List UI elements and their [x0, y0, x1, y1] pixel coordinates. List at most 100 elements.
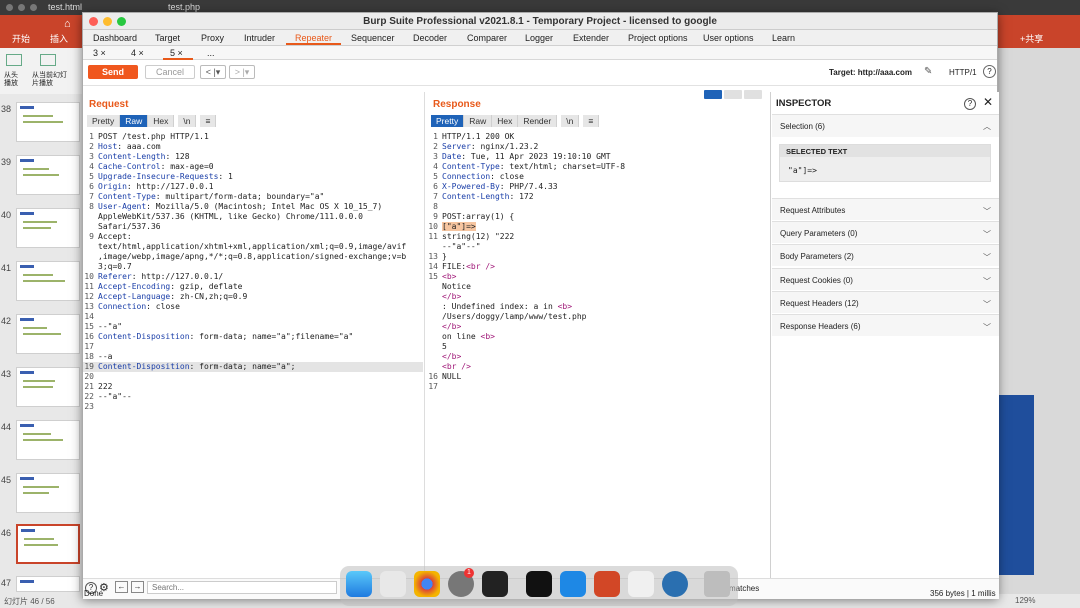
menu-insert[interactable]: 插入 — [50, 32, 68, 45]
code-line[interactable]: Safari/537.36 — [83, 222, 423, 232]
help-icon[interactable]: ? — [983, 65, 996, 78]
tab-extender[interactable]: Extender — [573, 33, 609, 43]
layout-split-icon[interactable] — [704, 90, 722, 99]
section-request-headers[interactable]: Request Headers (12) ﹀ — [772, 291, 999, 313]
code-line[interactable]: 20 — [83, 372, 423, 382]
code-line[interactable]: 5 Connection: close — [427, 172, 770, 182]
share-button[interactable]: +共享 — [1020, 32, 1043, 45]
request-view-hex[interactable]: Hex — [148, 115, 175, 127]
code-line[interactable]: 3 Date: Tue, 11 Apr 2023 19:10:10 GMT — [427, 152, 770, 162]
code-line[interactable]: 4 Content-Type: text/html; charset=UTF-8 — [427, 162, 770, 172]
tab-proxy[interactable]: Proxy — [201, 33, 224, 43]
code-line[interactable]: 16 Content-Disposition: form-data; name="… — [83, 332, 423, 342]
java-icon[interactable] — [628, 571, 654, 597]
slide-thumbnail[interactable] — [16, 102, 80, 142]
activity-monitor-icon[interactable] — [482, 571, 508, 597]
terminal-icon[interactable] — [526, 571, 552, 597]
code-line[interactable]: 14 FILE:<br /> — [427, 262, 770, 272]
request-newline-toggle[interactable]: \n — [178, 115, 197, 127]
repeater-tab-3[interactable]: 3 × — [93, 48, 106, 58]
section-request-cookies[interactable]: Request Cookies (0) ﹀ — [772, 268, 999, 290]
slide-thumbnail[interactable] — [16, 576, 80, 592]
code-line[interactable]: </b> — [427, 352, 770, 362]
code-line[interactable]: 10 ["a"]=> — [427, 222, 770, 232]
code-line[interactable]: 10 Referer: http://127.0.0.1/ — [83, 272, 423, 282]
code-line[interactable]: 2 Host: aaa.com — [83, 142, 423, 152]
tab-project-options[interactable]: Project options — [628, 33, 688, 43]
code-line[interactable]: 8 User-Agent: Mozilla/5.0 (Macintosh; Int… — [83, 202, 423, 212]
selected-text-value[interactable]: "a"]=> — [788, 166, 817, 175]
search-next-icon[interactable]: → — [131, 581, 144, 593]
pane-divider[interactable] — [424, 92, 425, 578]
code-line[interactable]: <br /> — [427, 362, 770, 372]
search-prev-icon[interactable]: ← — [115, 581, 128, 593]
code-line[interactable]: </b> — [427, 292, 770, 302]
code-line[interactable]: 11 string(12) "222 — [427, 232, 770, 242]
code-line[interactable]: 8 — [427, 202, 770, 212]
play-from-start-icon[interactable] — [6, 54, 22, 66]
response-menu-icon[interactable]: ≡ — [583, 115, 600, 127]
trash-icon[interactable] — [704, 571, 730, 597]
code-line[interactable]: 2 Server: nginx/1.23.2 — [427, 142, 770, 152]
response-view-pretty[interactable]: Pretty — [431, 115, 465, 127]
repeater-tab-4[interactable]: 4 × — [131, 48, 144, 58]
slide-thumbnail-selected[interactable] — [16, 524, 80, 564]
tab-dashboard[interactable]: Dashboard — [93, 33, 137, 43]
back-button[interactable]: < |▾ — [200, 65, 226, 79]
slide-thumbnail[interactable] — [16, 420, 80, 460]
code-line[interactable]: --"a"--" — [427, 242, 770, 252]
code-line[interactable]: </b> — [427, 322, 770, 332]
vscode-icon[interactable] — [560, 571, 586, 597]
code-line[interactable]: 5 — [427, 342, 770, 352]
tab-decoder[interactable]: Decoder — [413, 33, 447, 43]
tab-intruder[interactable]: Intruder — [244, 33, 275, 43]
slide-thumbnail[interactable] — [16, 473, 80, 513]
code-line[interactable]: : Undefined index: a in <b> — [427, 302, 770, 312]
code-line[interactable]: 22 --"a"-- — [83, 392, 423, 402]
code-line[interactable]: 11 Accept-Encoding: gzip, deflate — [83, 282, 423, 292]
code-line[interactable]: text/html,application/xhtml+xml,applicat… — [83, 242, 423, 252]
protocol-label[interactable]: HTTP/1 — [949, 68, 977, 77]
code-line[interactable]: 9 POST:array(1) { — [427, 212, 770, 222]
code-line[interactable]: 6 X-Powered-By: PHP/7.4.33 — [427, 182, 770, 192]
browser-icon[interactable] — [662, 571, 688, 597]
code-line[interactable]: /Users/doggy/lamp/www/test.php — [427, 312, 770, 322]
slide-thumbnail[interactable] — [16, 314, 80, 354]
code-line[interactable]: Notice — [427, 282, 770, 292]
code-line[interactable]: 19 Content-Disposition: form-data; name="… — [83, 362, 423, 372]
request-editor[interactable]: 1 POST /test.php HTTP/1.1 2 Host: aaa.com 3 C… — [83, 132, 423, 412]
code-line[interactable]: 7 Content-Type: multipart/form-data; boun… — [83, 192, 423, 202]
repeater-tab-5[interactable]: 5 × — [170, 48, 183, 58]
response-newline-toggle[interactable]: \n — [561, 115, 580, 127]
tab-user-options[interactable]: User options — [703, 33, 754, 43]
search-input[interactable] — [147, 581, 337, 594]
repeater-tab-more[interactable]: ... — [207, 48, 215, 58]
zoom-level[interactable]: 129% — [1015, 596, 1035, 605]
section-request-attributes[interactable]: Request Attributes ﹀ — [772, 198, 999, 220]
forward-button[interactable]: > |▾ — [229, 65, 255, 79]
code-line[interactable]: 6 Origin: http://127.0.0.1 — [83, 182, 423, 192]
request-menu-icon[interactable]: ≡ — [200, 115, 217, 127]
slide-thumbnail[interactable] — [16, 261, 80, 301]
code-line[interactable]: 5 Upgrade-Insecure-Requests: 1 — [83, 172, 423, 182]
code-line[interactable]: ,image/webp,image/apng,*/*;q=0.8,applica… — [83, 252, 423, 262]
code-line[interactable]: 7 Content-Length: 172 — [427, 192, 770, 202]
tab-repeater[interactable]: Repeater — [295, 33, 332, 43]
request-view-raw[interactable]: Raw — [120, 115, 149, 127]
inspector-close-icon[interactable]: ✕ — [983, 95, 993, 109]
response-view-render[interactable]: Render — [518, 115, 558, 127]
edit-target-icon[interactable]: ✎ — [924, 66, 932, 77]
layout-vertical-icon[interactable] — [744, 90, 762, 99]
code-line[interactable]: 23 — [83, 402, 423, 412]
tab-sequencer[interactable]: Sequencer — [351, 33, 395, 43]
menu-start[interactable]: 开始 — [12, 32, 30, 45]
section-query-parameters[interactable]: Query Parameters (0) ﹀ — [772, 221, 999, 243]
response-view-raw[interactable]: Raw — [464, 115, 493, 127]
code-line[interactable]: on line <b> — [427, 332, 770, 342]
code-line[interactable]: 14 — [83, 312, 423, 322]
section-response-headers[interactable]: Response Headers (6) ﹀ — [772, 314, 999, 336]
request-view-pretty[interactable]: Pretty — [87, 115, 121, 127]
code-line[interactable]: 3;q=0.7 — [83, 262, 423, 272]
home-icon[interactable]: ⌂ — [64, 18, 71, 30]
tab-logger[interactable]: Logger — [525, 33, 553, 43]
